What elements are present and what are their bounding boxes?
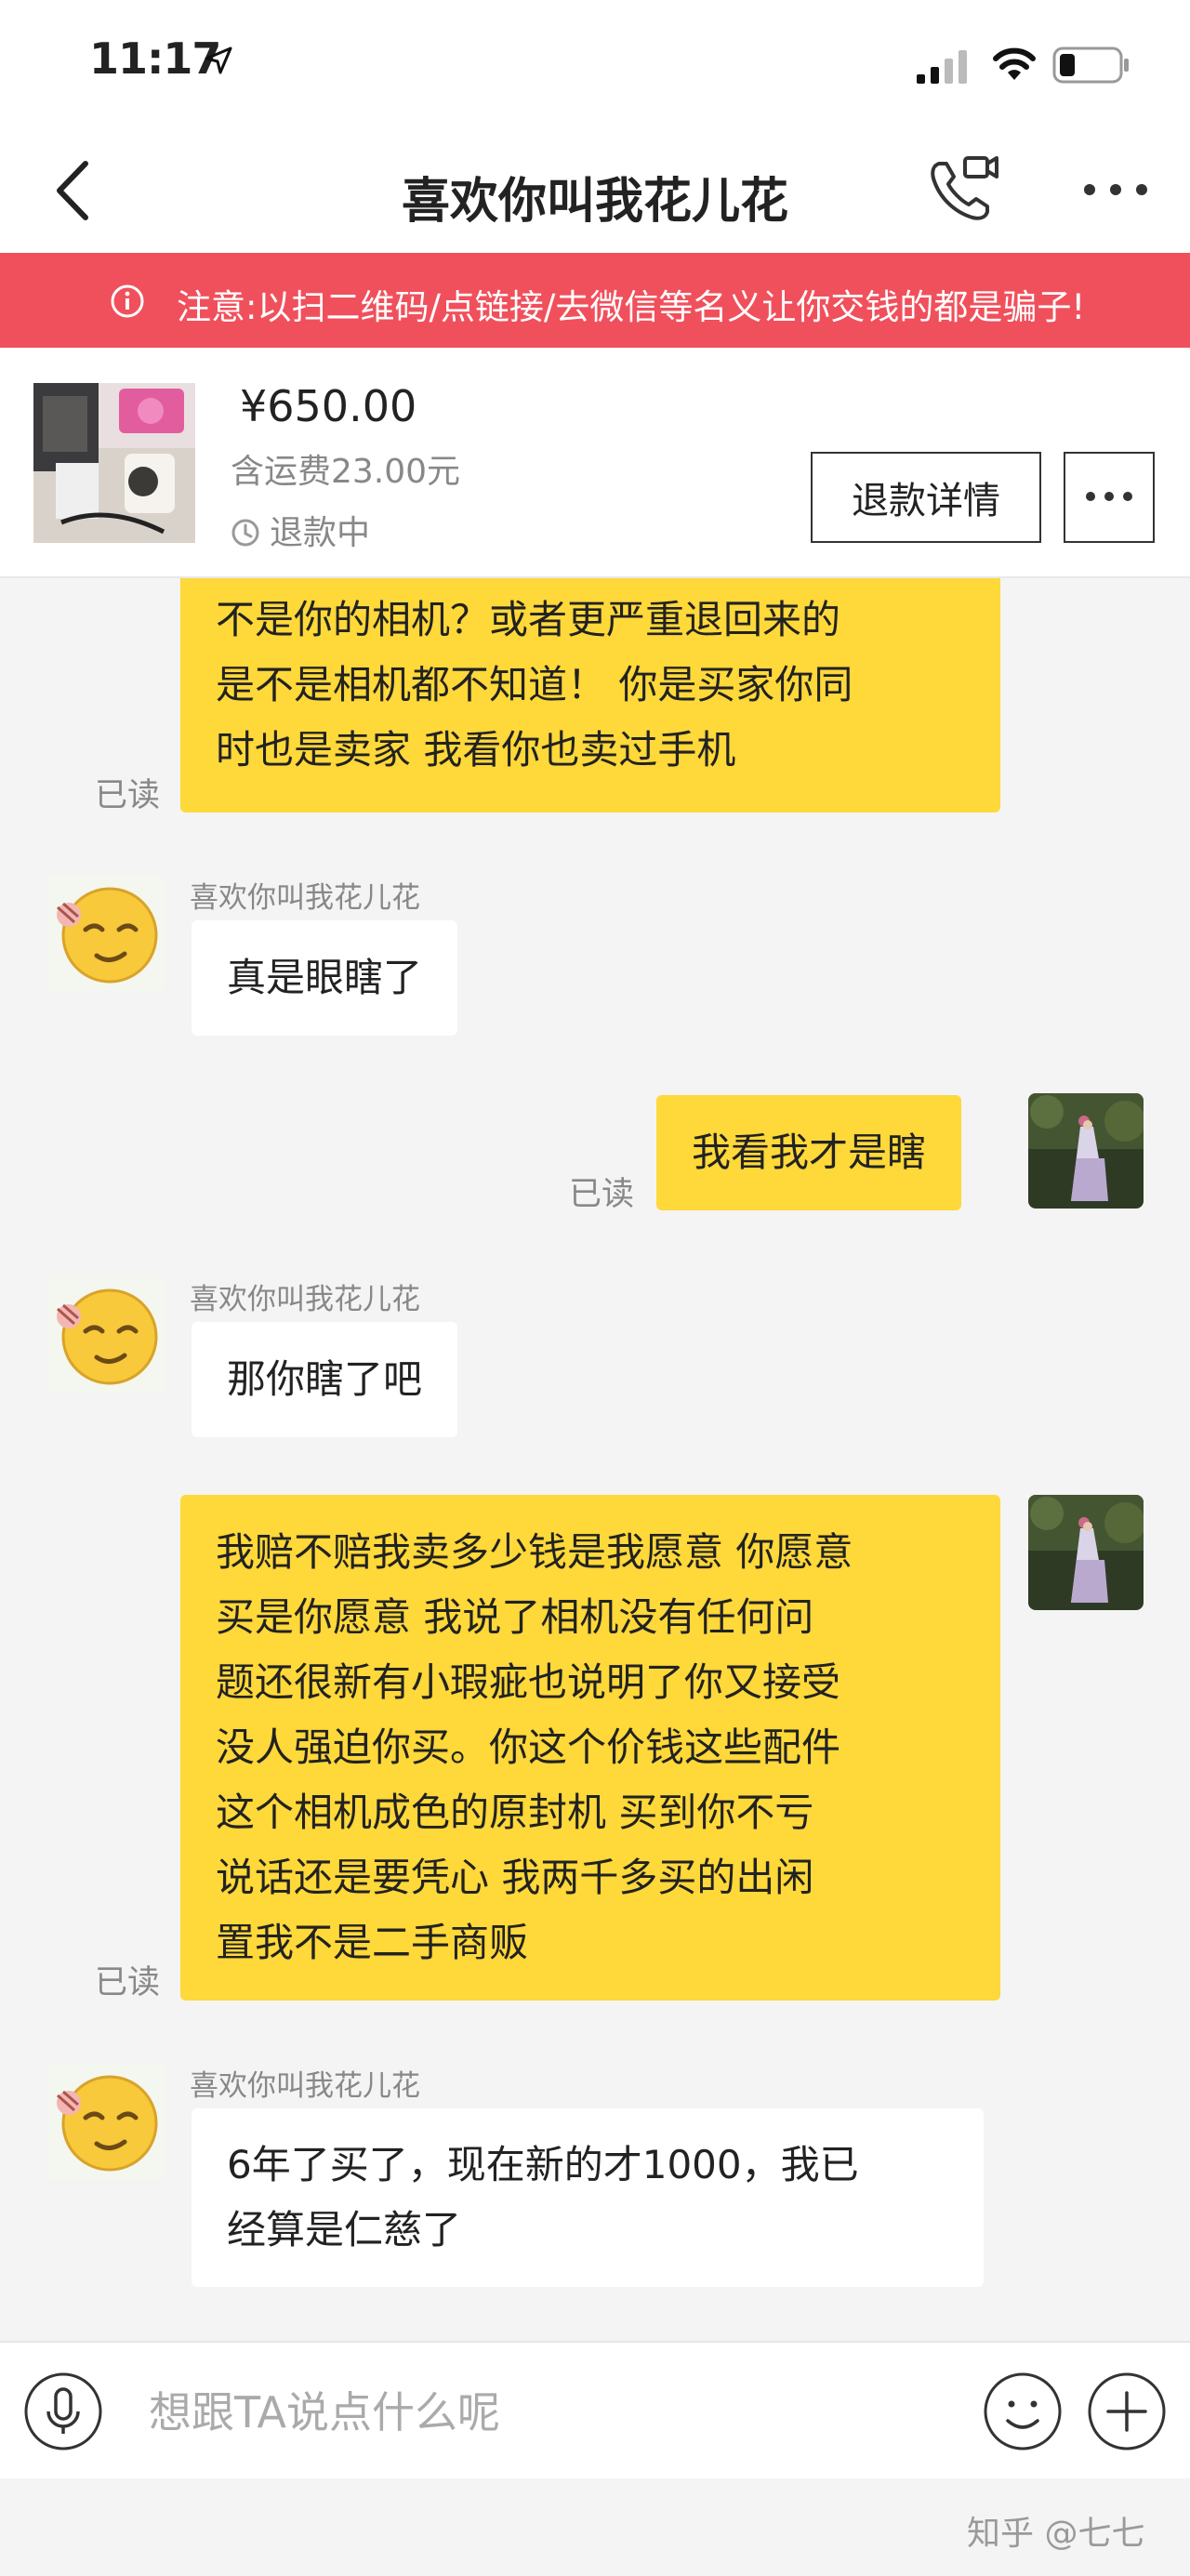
message-line: 经算是仁慈了 (227, 2207, 462, 2252)
info-icon (111, 284, 144, 318)
contact-avatar[interactable] (48, 876, 164, 991)
my-message-bubble: 不是你的相机？或者更严重退回来的 是不是相机都不知道！ 你是买家你同 时也是卖家… (180, 578, 1000, 812)
page-title: 喜欢你叫我花儿花 (401, 174, 788, 230)
message-line: 真是眼瞎了 (227, 955, 423, 1000)
emoji-button[interactable] (982, 2371, 1064, 2452)
product-card[interactable]: ¥650.00 含运费23.00元 退款中 退款详情 (0, 348, 1190, 578)
more-options-icon (1086, 491, 1132, 501)
fraud-warning-banner: 注意:以扫二维码/点链接/去微信等名义让你交钱的都是骗子! (0, 253, 1190, 348)
product-price: ¥650.00 (240, 381, 417, 431)
message-input[interactable] (149, 2380, 948, 2445)
message-line: 置我不是二手商贩 (216, 1920, 529, 1965)
clock-icon (231, 519, 259, 547)
message-line: 这个相机成色的原封机 买到你不亏 (216, 1790, 814, 1835)
my-avatar[interactable] (1028, 1495, 1144, 1610)
my-avatar[interactable] (1028, 1093, 1144, 1209)
sender-name: 喜欢你叫我花儿花 (190, 881, 420, 915)
message-line: 说话还是要凭心 我两千多买的出闲 (216, 1855, 814, 1900)
my-message-bubble: 我赔不赔我卖多少钱是我愿意 你愿意 买是你愿意 我说了相机没有任何问 题还很新有… (180, 1495, 1000, 2001)
message-line: 那你瞎了吧 (227, 1356, 423, 1402)
refund-status: 退款中 (231, 506, 370, 554)
message-input-bar (0, 2341, 1190, 2478)
battery-icon (1052, 46, 1129, 84)
location-arrow-icon (205, 46, 232, 74)
sender-name: 喜欢你叫我花儿花 (190, 1283, 420, 1316)
message-line: 题还很新有小瑕疵也说明了你又接受 (216, 1659, 841, 1705)
read-receipt: 已读 (95, 1964, 161, 2001)
product-more-button[interactable] (1064, 452, 1155, 543)
contact-avatar[interactable] (48, 2064, 164, 2179)
read-receipt: 已读 (569, 1176, 635, 1213)
more-options-icon[interactable] (1078, 171, 1153, 208)
sender-name: 喜欢你叫我花儿花 (190, 2069, 420, 2103)
contact-message-bubble: 那你瞎了吧 (192, 1322, 458, 1437)
status-bar: 11:17 (0, 0, 1190, 130)
contact-message-bubble: 6年了买了，现在新的才1000，我已 经算是仁慈了 (192, 2108, 984, 2287)
message-line: 买是你愿意 我说了相机没有任何问 (216, 1594, 814, 1640)
shipping-fee: 含运费23.00元 (231, 453, 461, 491)
contact-message-bubble: 真是眼瞎了 (192, 920, 458, 1036)
voice-video-call-icon[interactable] (926, 152, 1000, 227)
message-line: 6年了买了，现在新的才1000，我已 (227, 2142, 859, 2187)
voice-input-button[interactable] (22, 2371, 104, 2452)
warning-text: 注意:以扫二维码/点链接/去微信等名义让你交钱的都是骗子! (177, 287, 1086, 327)
product-thumbnail[interactable] (33, 383, 195, 543)
zhihu-watermark: 知乎 @七七 (967, 2515, 1145, 2553)
signal-icon (917, 50, 967, 84)
message-line: 我看我才是瞎 (692, 1129, 927, 1175)
nav-bar: 喜欢你叫我花儿花 (0, 130, 1190, 253)
read-receipt: 已读 (95, 777, 161, 814)
add-attachment-button[interactable] (1086, 2371, 1168, 2452)
message-line: 时也是卖家 我看你也卖过手机 (216, 727, 736, 773)
message-line: 我赔不赔我卖多少钱是我愿意 你愿意 (216, 1529, 853, 1575)
refund-status-label: 退款中 (270, 514, 371, 552)
message-line: 是不是相机都不知道！ 你是买家你同 (216, 662, 853, 707)
my-message-bubble: 我看我才是瞎 (656, 1095, 962, 1210)
chat-area[interactable]: 不是你的相机？或者更严重退回来的 是不是相机都不知道！ 你是买家你同 时也是卖家… (0, 578, 1190, 2341)
refund-details-button[interactable]: 退款详情 (811, 452, 1041, 543)
message-line: 没人强迫你买。你这个价钱这些配件 (216, 1724, 841, 1770)
contact-avatar[interactable] (48, 1277, 164, 1393)
status-time: 11:17 (89, 33, 221, 84)
wifi-icon (993, 47, 1036, 80)
message-line: 不是你的相机？或者更严重退回来的 (216, 597, 841, 642)
